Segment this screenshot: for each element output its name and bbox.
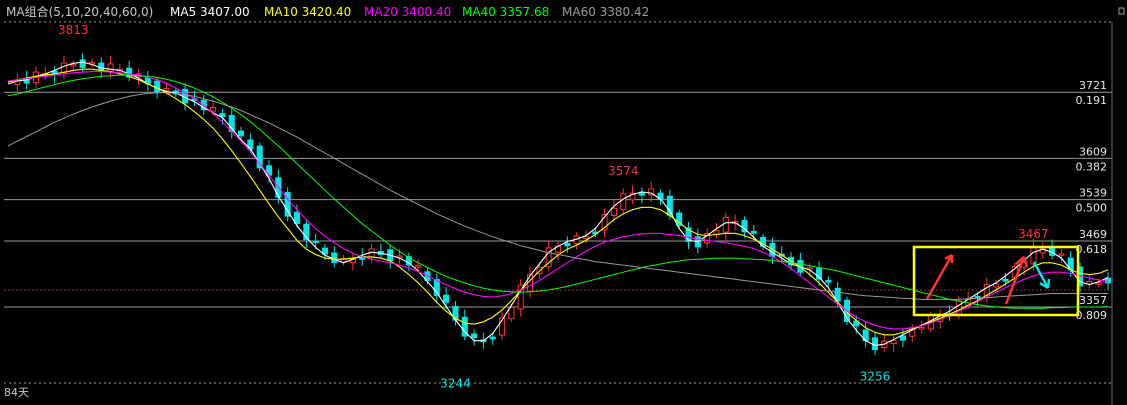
level-price-label: 3469 — [1079, 228, 1107, 241]
level-price-label: 3721 — [1079, 79, 1107, 92]
axis-side-strip — [1116, 0, 1127, 405]
period-label: 84天 — [4, 386, 29, 399]
level-ratio-label: 0.618 — [1076, 243, 1108, 256]
peak-label: 3467 — [1018, 227, 1049, 241]
kline-chart: 3721 0.191 3609 0.382 3539 0.500 3469 0.618 3357… — [0, 0, 1127, 405]
legend-items: MA5 3407.00 MA10 3420.40 MA20 3400.40 MA40 … — [170, 5, 649, 19]
legend-item: MA40 3357.68 — [462, 5, 549, 19]
level-price-label: 3609 — [1079, 145, 1107, 158]
level-ratio-label: 0.809 — [1076, 309, 1108, 322]
level-ratio-label: 0.382 — [1076, 160, 1108, 173]
level-ratio-label: 0.500 — [1076, 202, 1108, 215]
level-price-label: 3539 — [1079, 187, 1107, 200]
legend-item: MA10 3420.40 — [264, 5, 351, 19]
peak-label: 3574 — [608, 164, 639, 178]
level-price-label: 3357 — [1079, 294, 1107, 307]
trough-label: 3244 — [440, 377, 471, 391]
candle — [284, 187, 291, 222]
legend-item: MA5 3407.00 — [170, 5, 250, 19]
chart-background — [0, 0, 1127, 405]
trough-label: 3256 — [860, 370, 891, 384]
legend-item: MA20 3400.40 — [364, 5, 451, 19]
ma-legend: MA组合(5,10,20,40,60,0) — [6, 4, 153, 19]
peak-label: 3813 — [58, 23, 89, 37]
legend-item: MA60 3380.42 — [562, 5, 649, 19]
level-ratio-label: 0.191 — [1076, 94, 1108, 107]
legend-title: MA组合(5,10,20,40,60,0) — [6, 4, 153, 19]
